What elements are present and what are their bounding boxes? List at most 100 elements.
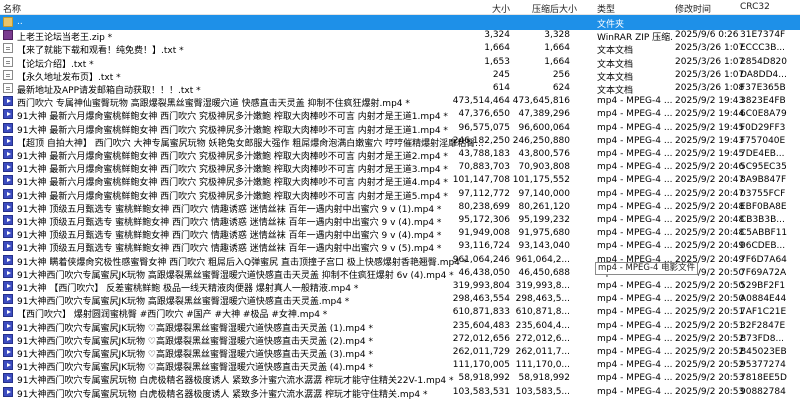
file-type: mp4 - MPEG-4 ... — [597, 294, 672, 305]
file-type: mp4 - MPEG-4 ... — [597, 122, 672, 133]
file-modified: 2025/9/2 20:49 — [675, 241, 745, 252]
file-packed-size: 46,450,688 — [518, 267, 570, 278]
zip-archive-icon — [3, 30, 13, 41]
file-modified: 2025/9/2 20:50 — [675, 294, 745, 305]
column-header-modified[interactable]: 修改时间 — [675, 2, 711, 15]
file-crc: 5C95EC35 — [740, 162, 787, 173]
file-type: mp4 - MPEG-4 ... — [597, 201, 672, 212]
file-modified: 2025/9/2 19:43 — [675, 135, 745, 146]
file-crc: 31E7374F — [740, 30, 786, 41]
file-modified: 2025/9/2 19:45 — [675, 149, 745, 159]
file-packed-size: 262,011,7... — [515, 347, 570, 357]
file-type: mp4 - MPEG-4 ... — [597, 135, 672, 146]
video-file-icon — [3, 96, 13, 107]
file-crc: 95377274 — [740, 360, 786, 371]
video-file-icon — [3, 215, 13, 225]
file-crc: 3823E4FB — [740, 96, 786, 107]
text-file-icon — [3, 43, 13, 54]
video-file-icon — [3, 254, 13, 265]
file-crc: 7F69A72A — [740, 267, 787, 278]
file-packed-size: 256 — [552, 69, 570, 80]
file-modified: 2025/9/2 20:48 — [675, 215, 745, 225]
file-packed-size: 3,328 — [544, 30, 570, 41]
file-crc: EBF0BA8E — [740, 201, 787, 212]
file-name: .. — [17, 17, 23, 27]
text-file-icon — [3, 56, 13, 67]
video-file-icon — [3, 333, 13, 344]
file-crc: 7F6D7A64 — [740, 254, 787, 265]
file-type: mp4 - MPEG-4 ... — [597, 373, 672, 384]
column-header-packed[interactable]: 压缩后大小 — [532, 2, 577, 15]
file-modified: 2025/9/2 20:51 — [675, 307, 745, 318]
video-file-icon — [3, 162, 13, 173]
file-type: mp4 - MPEG-4 ... — [597, 360, 672, 371]
file-type: mp4 - MPEG-4 ... — [597, 215, 672, 225]
file-crc: 8A9B847F — [740, 175, 787, 186]
video-file-icon — [3, 135, 13, 146]
file-crc: 7DE4EB... — [740, 149, 785, 159]
file-crc: F37E365B — [740, 83, 786, 93]
file-packed-size: 246,250,880 — [512, 135, 570, 146]
file-crc: DA8DD4... — [740, 69, 787, 80]
file-crc: 6C0E8A79 — [740, 109, 787, 120]
file-type: mp4 - MPEG-4 ... — [597, 188, 672, 199]
file-type: mp4 - MPEG-4 ... — [597, 149, 672, 159]
video-file-icon — [3, 228, 13, 239]
type-tooltip: mp4 - MPEG-4 电影文件 — [595, 262, 699, 275]
file-type: mp4 - MPEG-4 ... — [597, 333, 672, 344]
video-file-icon — [3, 307, 13, 318]
file-packed-size: 70,903,808 — [518, 162, 570, 173]
video-file-icon — [3, 267, 13, 278]
video-file-icon — [3, 294, 13, 305]
file-type: mp4 - MPEG-4 ... — [597, 307, 672, 318]
file-type: mp4 - MPEG-4 ... — [597, 241, 672, 252]
file-packed-size: 272,012,6... — [515, 333, 570, 344]
file-modified: 2025/9/2 20:47 — [675, 188, 745, 199]
file-modified: 2025/9/2 20:47 — [675, 175, 745, 186]
file-type: mp4 - MPEG-4 ... — [597, 228, 672, 239]
file-modified: 2025/3/26 1:07 — [675, 56, 745, 67]
video-file-icon — [3, 149, 13, 159]
file-type: mp4 - MPEG-4 ... — [597, 320, 672, 331]
file-modified: 2025/9/2 19:45 — [675, 122, 745, 133]
file-packed-size: 1,664 — [544, 43, 570, 54]
file-name: 91大神西门吹穴专属蜜尻玩物 白虎极精名器极度诱人 紧致多汁蜜穴流水潺潺 榨玩才… — [17, 389, 428, 400]
file-modified: 2025/9/2 20:46 — [675, 162, 745, 173]
text-file-icon — [3, 69, 13, 80]
file-packed-size: 961,064,2... — [515, 254, 570, 265]
file-modified: 2025/9/2 20:48 — [675, 228, 745, 239]
file-packed-size: 473,645,816 — [512, 96, 570, 107]
column-header-name[interactable]: 名称 — [3, 2, 21, 15]
file-type: mp4 - MPEG-4 ... — [597, 175, 672, 186]
file-packed-size: 47,389,296 — [518, 109, 570, 120]
file-crc: 7AF1C21E — [740, 307, 787, 318]
file-crc: 32F2847E — [740, 320, 786, 331]
video-file-icon — [3, 281, 13, 291]
file-packed-size: 319,993,8... — [515, 281, 570, 291]
file-crc: F757040E — [740, 135, 786, 146]
file-crc: 2854D820 — [740, 56, 788, 67]
video-file-icon — [3, 188, 13, 199]
file-row[interactable]: 91大神西门吹穴专属蜜尻玩物 白虎极精名器极度诱人 紧致多汁蜜穴流水潺潺 榨玩才… — [0, 385, 800, 400]
file-crc: 529BF2F1 — [740, 281, 786, 291]
file-modified: 2025/9/2 20:53 — [675, 386, 745, 397]
file-crc: 06CDEB... — [740, 241, 786, 252]
column-header-size[interactable]: 大小 — [480, 2, 510, 15]
video-file-icon — [3, 122, 13, 133]
file-packed-size: 95,199,232 — [518, 215, 570, 225]
file-crc: F0D29FF3 — [740, 122, 786, 133]
file-type: mp4 - MPEG-4 ... — [597, 109, 672, 120]
file-type: mp4 - MPEG-4 ... — [597, 281, 672, 291]
file-modified: 2025/9/2 20:50 — [675, 281, 745, 291]
column-header-bar: 名称 大小 压缩后大小 类型 修改时间 CRC32 — [0, 0, 800, 15]
file-modified: 2025/9/2 20:52 — [675, 347, 745, 357]
column-header-crc[interactable]: CRC32 — [740, 2, 770, 12]
file-type: mp4 - MPEG-4 ... — [597, 162, 672, 173]
file-modified: 2025/3/26 1:08 — [675, 83, 745, 93]
file-type: mp4 - MPEG-4 ... — [597, 386, 672, 397]
file-crc: ECCC3B... — [740, 43, 786, 54]
column-header-type[interactable]: 类型 — [597, 2, 615, 15]
file-packed-size: 111,170,0... — [515, 360, 570, 371]
file-modified: 2025/9/2 19:43 — [675, 96, 745, 107]
video-file-icon — [3, 201, 13, 212]
